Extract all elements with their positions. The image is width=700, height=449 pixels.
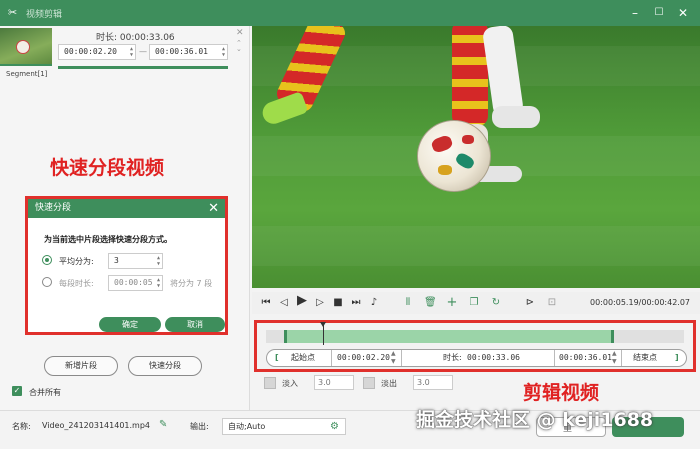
maximize-icon[interactable]: ☐ bbox=[650, 4, 668, 22]
spinner-icon[interactable]: ▲ ▼ bbox=[130, 46, 133, 58]
reset-icon[interactable]: ↻ bbox=[490, 297, 502, 309]
each-duration-label: 每段时长: bbox=[59, 279, 94, 288]
playhead[interactable] bbox=[320, 322, 326, 345]
average-label: 平均分为: bbox=[59, 257, 94, 266]
volume-icon[interactable]: ♪ bbox=[368, 297, 380, 309]
step-back-icon[interactable]: ◁ bbox=[278, 297, 290, 309]
dialog-question: 为当前选中片段选择快速分段方式。 bbox=[44, 235, 172, 244]
spinner-icon[interactable]: ▲ ▼ bbox=[391, 350, 396, 366]
trim-duration-label: 时长: bbox=[443, 353, 462, 362]
bracket-close: ] bbox=[675, 353, 679, 362]
filename: Video_241203141401.mp4 bbox=[42, 421, 150, 430]
dialog-title: 快速分段 ✕ bbox=[28, 199, 225, 218]
segment-duration-value: 00:00:33.06 bbox=[119, 33, 175, 43]
new-segment-button[interactable]: 新增片段 bbox=[44, 356, 118, 376]
remove-segment-icon[interactable]: ✕ bbox=[236, 28, 244, 38]
mark-out-icon[interactable]: ⊡ bbox=[546, 297, 558, 309]
selected-range[interactable] bbox=[284, 330, 614, 343]
step-forward-icon[interactable]: ▷ bbox=[314, 297, 326, 309]
merge-all-label: 合并所有 bbox=[29, 388, 61, 397]
spinner-icon[interactable]: ▲ ▼ bbox=[612, 350, 617, 366]
quick-split-button[interactable]: 快速分段 bbox=[128, 356, 202, 376]
title-bar: ✂ 视频剪辑 – ☐ ✕ bbox=[0, 0, 700, 26]
range-separator: — bbox=[139, 47, 147, 56]
segment-thumbnail[interactable] bbox=[0, 28, 52, 66]
minimize-icon[interactable]: – bbox=[626, 4, 644, 22]
dialog-close-icon[interactable]: ✕ bbox=[208, 199, 219, 218]
segment-label: Segment[1] bbox=[6, 70, 48, 78]
each-duration-radio[interactable] bbox=[42, 277, 52, 287]
segment-range-bar bbox=[58, 66, 228, 69]
dialog-cancel-button[interactable]: 取消 bbox=[165, 317, 225, 332]
average-radio[interactable] bbox=[42, 255, 52, 265]
fade-out-checkbox[interactable] bbox=[363, 377, 375, 389]
soccer-ball-image bbox=[417, 120, 491, 192]
play-icon[interactable]: ▶ bbox=[296, 294, 308, 307]
copy-icon[interactable]: ❐ bbox=[468, 297, 480, 309]
stop-icon[interactable]: ■ bbox=[332, 297, 344, 309]
segment-start-field[interactable]: 00:00:02.20 ▲ ▼ bbox=[58, 44, 136, 60]
fade-in-value[interactable]: 3.0 bbox=[314, 375, 354, 390]
spinner-icon[interactable]: ▲ ▼ bbox=[157, 277, 160, 289]
playback-controls: ⏮ ◁ ▶ ▷ ■ ⏭ ♪ ⫴ 🗑 + ❐ ↻ ⊳ ⊡ 00:00:05.19/… bbox=[252, 292, 700, 314]
settings-gear-icon[interactable]: ⚙ bbox=[330, 419, 339, 434]
playback-time: 00:00:05.19/00:00:42.07 bbox=[590, 298, 690, 307]
quick-split-dialog: 快速分段 ✕ 为当前选中片段选择快速分段方式。 平均分为: 3 ▲ ▼ 每段时长:… bbox=[25, 196, 228, 335]
edit-name-icon[interactable]: ✎ bbox=[159, 419, 167, 430]
delete-icon[interactable]: 🗑 bbox=[424, 297, 437, 309]
output-select[interactable]: 自动;Auto ⚙ bbox=[222, 418, 346, 435]
bracket-open: [ bbox=[275, 353, 279, 362]
watermark-text: 掘金技术社区 @ keji1688 bbox=[416, 409, 654, 431]
trim-row: [ 起始点 00:00:02.20 ▲ ▼ 时长: 00:00:33.06 00:… bbox=[266, 349, 687, 367]
segment-start-value: 00:00:02.20 bbox=[64, 47, 117, 56]
trim-start-value[interactable]: 00:00:02.20 bbox=[337, 350, 390, 366]
segment-duration-label: 时长: bbox=[96, 33, 118, 43]
each-duration-input[interactable]: 00:00:05 ▲ ▼ bbox=[108, 275, 163, 291]
annotation-split: 快速分段视频 bbox=[50, 157, 165, 179]
spinner-icon[interactable]: ▲ ▼ bbox=[157, 255, 160, 267]
reorder-chevrons-icon[interactable]: ⌃ ⌄ bbox=[236, 40, 242, 53]
each-duration-value: 00:00:05 bbox=[114, 278, 153, 287]
trim-end-value[interactable]: 00:00:36.01 bbox=[559, 350, 612, 366]
average-count-value: 3 bbox=[114, 256, 119, 265]
skip-end-icon[interactable]: ⏭ bbox=[350, 297, 362, 309]
app-title: 视频剪辑 bbox=[26, 10, 63, 20]
split-marker-icon[interactable]: ⫴ bbox=[402, 297, 414, 309]
trim-editor: [ 起始点 00:00:02.20 ▲ ▼ 时长: 00:00:33.06 00:… bbox=[254, 320, 696, 372]
skip-start-icon[interactable]: ⏮ bbox=[260, 297, 272, 309]
segment-end-field[interactable]: 00:00:36.01 ▲ ▼ bbox=[149, 44, 228, 60]
fade-out-label: 淡出 bbox=[381, 379, 397, 388]
segment-duration: 时长: 00:00:33.06 bbox=[96, 30, 175, 43]
spinner-icon[interactable]: ▲ ▼ bbox=[222, 46, 225, 58]
fade-in-label: 淡入 bbox=[282, 379, 298, 388]
output-label: 输出: bbox=[190, 422, 209, 431]
video-preview[interactable] bbox=[252, 26, 700, 288]
mark-in-icon[interactable]: ⊳ bbox=[524, 297, 536, 309]
average-count-input[interactable]: 3 ▲ ▼ bbox=[108, 253, 163, 269]
name-label: 名称: bbox=[12, 422, 31, 431]
merge-all-checkbox[interactable]: ✓ bbox=[12, 386, 22, 396]
close-icon[interactable]: ✕ bbox=[674, 4, 692, 22]
end-point-button[interactable]: 结束点 bbox=[633, 350, 657, 366]
fade-out-value[interactable]: 3.0 bbox=[413, 375, 453, 390]
segment-end-value: 00:00:36.01 bbox=[155, 47, 208, 56]
fade-in-checkbox[interactable] bbox=[264, 377, 276, 389]
trim-duration-value: 00:00:33.06 bbox=[467, 353, 520, 362]
dialog-ok-button[interactable]: 确定 bbox=[99, 317, 161, 332]
annotation-edit: 剪辑视频 bbox=[523, 382, 600, 404]
each-duration-result: 将分为 7 段 bbox=[170, 279, 213, 288]
app-logo-icon: ✂ bbox=[8, 6, 18, 19]
output-value: 自动;Auto bbox=[228, 422, 266, 431]
add-icon[interactable]: + bbox=[446, 296, 458, 309]
dialog-title-text: 快速分段 bbox=[35, 203, 72, 213]
start-point-button[interactable]: 起始点 bbox=[291, 350, 315, 366]
